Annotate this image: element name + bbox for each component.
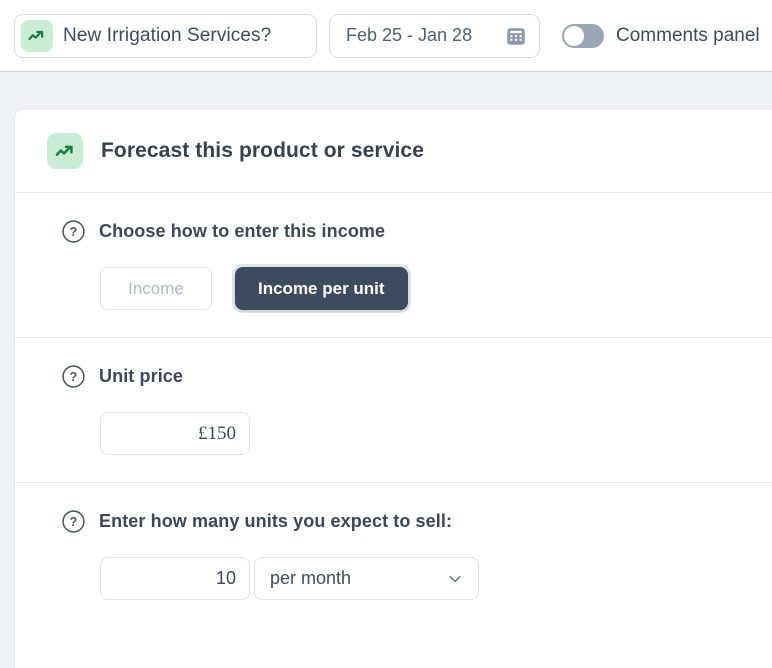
- svg-text:?: ?: [70, 225, 78, 239]
- unit-price-controls: £150: [15, 412, 772, 455]
- unit-price-label: Unit price: [99, 366, 184, 386]
- section-income-method: ? Choose how to enter this income Income…: [15, 193, 772, 338]
- help-circle-icon[interactable]: ?: [61, 364, 86, 389]
- top-toolbar: New Irrigation Services? Feb 25 - Jan 28: [0, 0, 772, 72]
- frequency-select-value: per month: [270, 568, 352, 588]
- income-per-unit-option-button[interactable]: Income per unit: [235, 267, 408, 310]
- forecast-card: Forecast this product or service ? Choos…: [14, 108, 772, 668]
- comments-panel-switch[interactable]: [562, 23, 604, 48]
- trend-up-icon: [21, 19, 53, 52]
- svg-text:?: ?: [70, 370, 78, 384]
- comments-panel-label: Comments panel: [616, 24, 760, 46]
- income-method-label-row: ? Choose how to enter this income: [15, 219, 772, 244]
- units-label-row: ? Enter how many units you expect to sel…: [15, 509, 772, 534]
- section-unit-price: ? Unit price £150: [15, 338, 772, 483]
- income-method-label: Choose how to enter this income: [99, 221, 386, 241]
- units-controls: 10 per month: [15, 557, 772, 600]
- date-range-label: Feb 25 - Jan 28: [346, 25, 473, 45]
- trend-up-icon: [47, 133, 83, 169]
- svg-text:?: ?: [70, 515, 78, 529]
- calendar-icon: [505, 25, 527, 47]
- income-option-button[interactable]: Income: [100, 267, 212, 310]
- date-range-picker[interactable]: Feb 25 - Jan 28: [329, 13, 540, 58]
- units-label: Enter how many units you expect to sell:: [99, 511, 453, 531]
- frequency-select[interactable]: per month: [254, 557, 479, 600]
- unit-price-label-row: ? Unit price: [15, 364, 772, 389]
- help-circle-icon[interactable]: ?: [61, 219, 86, 244]
- comments-panel-toggle-group[interactable]: Comments panel: [562, 23, 760, 48]
- project-title-label: New Irrigation Services?: [63, 24, 272, 46]
- chevron-down-icon: [446, 570, 464, 588]
- project-title-chip[interactable]: New Irrigation Services?: [14, 13, 317, 58]
- units-quantity-input[interactable]: 10: [100, 557, 250, 600]
- page-title: Forecast this product or service: [101, 139, 424, 162]
- income-method-options: Income Income per unit: [15, 267, 772, 310]
- section-units-to-sell: ? Enter how many units you expect to sel…: [15, 483, 772, 627]
- switch-knob: [564, 25, 584, 46]
- card-header: Forecast this product or service: [15, 109, 772, 193]
- unit-price-input[interactable]: £150: [100, 412, 250, 455]
- help-circle-icon[interactable]: ?: [61, 509, 86, 534]
